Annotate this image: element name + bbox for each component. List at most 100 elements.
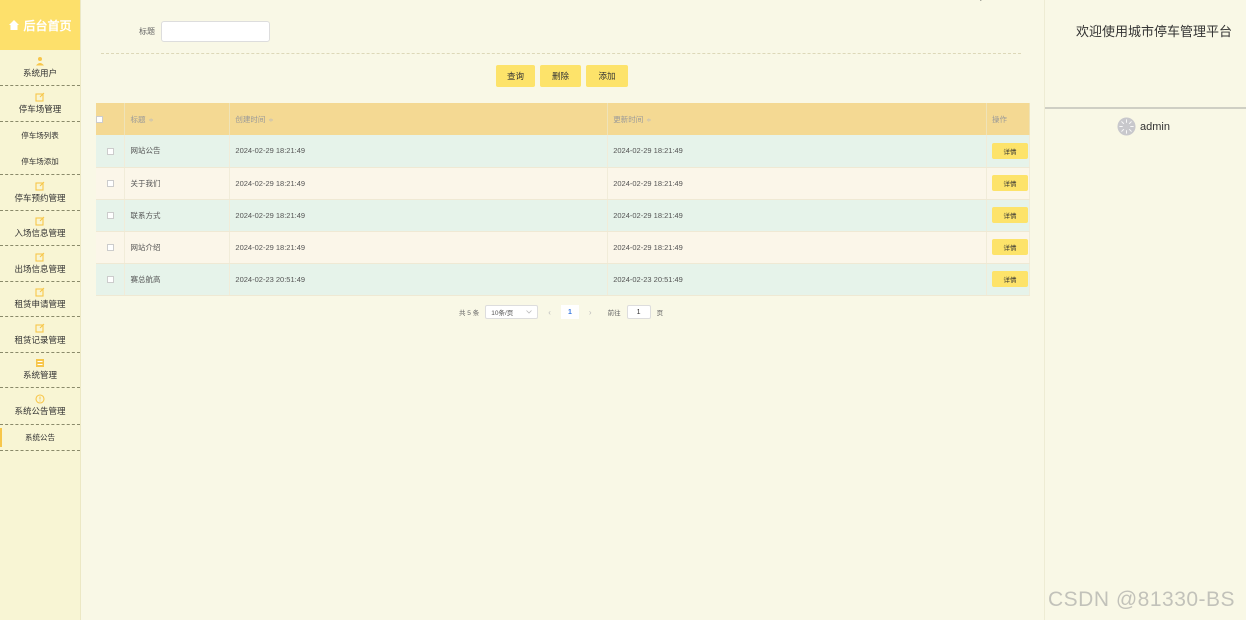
goto-prefix: 前往 [607,310,621,317]
menu-label: 系统公告管理 [14,406,66,417]
cell-created: 2024-02-29 18:21:49 [229,199,609,232]
cell-created: 2024-02-23 20:51:49 [229,263,609,296]
page-number[interactable]: 1 [560,305,579,319]
header-op: 操作 [986,103,1031,135]
user-icon [36,56,44,66]
edit-icon [35,181,45,191]
sidebar-item-parking-add[interactable]: 停车场添加 [0,149,80,175]
avatar [1117,117,1136,136]
brand-title: 后台首页 [23,18,72,33]
header-updated[interactable]: 更新时间 ≑ [607,103,987,135]
menu-exit-info[interactable]: 出场信息管理 [0,246,80,282]
goto-page-input[interactable]: 1 [626,305,651,319]
next-page-button[interactable]: › [585,308,596,317]
menu-label: 停车场管理 [18,103,62,114]
panel-divider [1045,107,1246,109]
pagination: 共 5 条 10条/页 ‹ 1 › 前往 1 页 [459,305,663,319]
goto-suffix: 页 [656,310,664,317]
table-row: 关于我们 2024-02-29 18:21:49 2024-02-29 18:2… [96,167,1031,200]
menu-parking-management[interactable]: 停车场管理 [0,86,80,122]
select-all-checkbox[interactable] [96,116,103,124]
query-button[interactable]: 查询 [496,65,535,87]
username: admin [1140,120,1170,133]
total-count: 共 5 条 [459,310,480,317]
prev-page-button[interactable]: ‹ [544,308,555,317]
action-buttons: 查询 删除 添加 [496,65,628,87]
menu-parking-reservation[interactable]: 停车预约管理 [0,175,80,211]
cell-title: 网站公告 [124,135,231,168]
header-label: 创建时间 [235,114,266,124]
sidebar-item-parking-list[interactable]: 停车场列表 [0,122,80,149]
detail-button[interactable]: 详情 [991,239,1028,255]
menu-label: 入场信息管理 [14,228,66,239]
search-row: 标题 [139,21,270,42]
header-created[interactable]: 创建时间 ≑ [229,103,609,135]
header-title[interactable]: 标题 ≑ [124,103,231,135]
menu-label: 租赁记录管理 [14,334,66,345]
table-row: 网站介绍 2024-02-29 18:21:49 2024-02-29 18:2… [96,231,1031,264]
menu-label: 出场信息管理 [14,263,66,274]
sort-icon[interactable]: ≑ [268,118,273,124]
menu-entry-info[interactable]: 入场信息管理 [0,211,80,246]
menu-lease-records[interactable]: 租赁记录管理 [0,317,80,353]
cell-created: 2024-02-29 18:21:49 [229,231,609,264]
cell-created: 2024-02-29 18:21:49 [229,167,609,200]
menu-label: 租赁申请管理 [14,299,66,310]
detail-button[interactable]: 详情 [991,142,1028,159]
delete-button[interactable]: 删除 [540,65,581,87]
edit-icon [35,252,45,262]
detail-button[interactable]: 详情 [991,175,1028,191]
detail-button[interactable]: 详情 [991,271,1028,287]
row-checkbox[interactable] [106,147,114,155]
sort-icon[interactable]: ≑ [148,118,153,124]
page-size-value: 10条/页 [491,310,514,317]
row-checkbox[interactable] [106,276,114,284]
menu-system-users[interactable]: 系统用户 [0,50,80,86]
header-label: 更新时间 [613,114,644,124]
table-row: 联系方式 2024-02-29 18:21:49 2024-02-29 18:2… [96,199,1031,232]
grid-icon [36,359,44,368]
table-row: 网站公告 2024-02-29 18:21:49 2024-02-29 18:2… [96,135,1031,168]
edit-icon [35,92,45,102]
cell-title: 网站介绍 [124,231,231,264]
sidebar-item-notice[interactable]: 系统公告 [0,425,80,451]
corner-glyph: ʻ [980,0,982,7]
table-row: 赛总航高 2024-02-23 20:51:49 2024-02-23 20:5… [96,263,1031,296]
row-checkbox[interactable] [106,244,114,252]
sub-item-label: 停车场添加 [21,156,59,166]
user-info[interactable]: admin [1117,117,1170,136]
cell-updated: 2024-02-29 18:21:49 [607,199,987,232]
cell-updated: 2024-02-23 20:51:49 [607,263,987,296]
edit-icon [35,323,45,333]
table-header-row: 标题 ≑ 创建时间 ≑ 更新时间 ≑ 操作 [96,103,1031,135]
add-button[interactable]: 添加 [586,65,628,87]
cell-title: 赛总航高 [124,263,231,296]
cell-title: 联系方式 [124,199,231,232]
sort-icon[interactable]: ≑ [646,118,651,124]
menu-notice-management[interactable]: 系统公告管理 [0,388,80,424]
search-label: 标题 [139,27,155,36]
sub-item-label: 停车场列表 [21,130,59,140]
row-checkbox[interactable] [106,212,114,220]
cell-title: 关于我们 [124,167,231,200]
cell-updated: 2024-02-29 18:21:49 [607,135,987,168]
home-link[interactable]: 后台首页 [0,0,80,50]
row-checkbox[interactable] [106,180,114,188]
notice-table: 标题 ≑ 创建时间 ≑ 更新时间 ≑ 操作 网站公告 2024-02-29 18:21… [96,103,1031,296]
sub-item-label: 系统公告 [25,432,55,442]
title-search-input[interactable] [161,21,270,42]
header-label: 标题 [130,114,146,124]
menu-system-management[interactable]: 系统管理 [0,353,80,388]
home-icon [9,20,20,30]
header-select-all[interactable] [96,103,126,135]
page-size-select[interactable]: 10条/页 [485,305,539,319]
chevron-down-icon [526,310,533,314]
menu-label: 系统管理 [22,370,57,381]
info-icon [35,394,45,404]
cell-updated: 2024-02-29 18:21:49 [607,167,987,200]
welcome-text: 欢迎使用城市停车管理平台 [1076,24,1233,39]
menu-label: 停车预约管理 [14,192,66,203]
menu-lease-application[interactable]: 租赁申请管理 [0,282,80,317]
main-content: 标题 查询 删除 添加 标题 ≑ 创建时间 ≑ 更新时间 ≑ 操作 网站公告 2024… [81,0,1044,620]
detail-button[interactable]: 详情 [991,207,1028,223]
